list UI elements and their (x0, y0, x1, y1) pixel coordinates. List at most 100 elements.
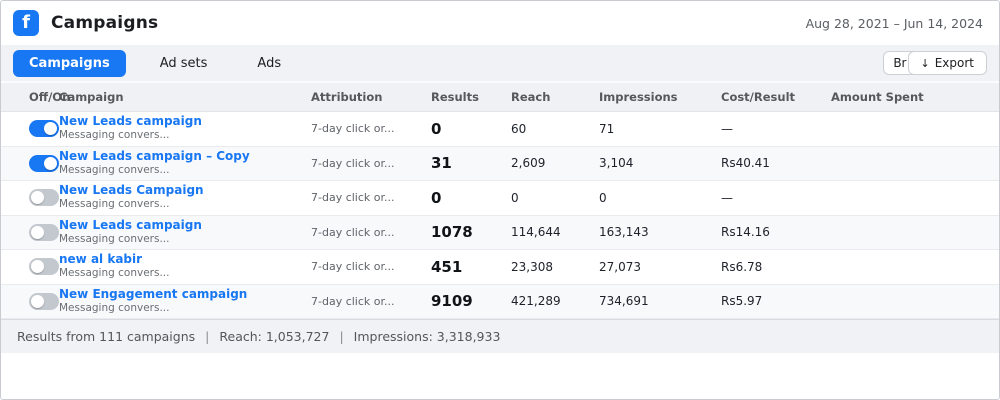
toggle-knob (31, 191, 44, 205)
campaign-toggle[interactable] (29, 292, 59, 310)
campaign-cell: New Leads campaign Messaging convers... (59, 114, 311, 143)
table-row: New Leads Campaign Messaging convers... … (1, 181, 999, 216)
toggle-cell (1, 154, 59, 172)
attribution-cell: 7-day click or... (311, 122, 395, 136)
reach-summary: Reach: 1,053,727 (219, 329, 330, 344)
results-cell: 31 (431, 154, 452, 173)
impressions-cell: 3,104 (599, 156, 634, 171)
table-row: New Leads campaign Messaging convers... … (1, 112, 999, 147)
campaign-toggle[interactable] (29, 154, 59, 172)
campaign-toggle[interactable] (29, 258, 59, 276)
column-header-off-on: Off/On (29, 90, 71, 104)
campaign-toggle[interactable] (29, 223, 59, 241)
attribution-cell: 7-day click or... (311, 191, 395, 205)
table-header: Off/On Campaign Attribution Results Reac… (1, 83, 999, 112)
impressions-summary: Impressions: 3,318,933 (353, 329, 501, 344)
results-cell: 0 (431, 119, 442, 138)
column-header-attribution[interactable]: Attribution (311, 90, 431, 104)
table-row: new al kabir Messaging convers... 7-day … (1, 250, 999, 285)
reach-cell: 60 (511, 121, 527, 136)
campaign-subtitle: Messaging convers... (59, 232, 170, 245)
campaign-cell: New Engagement campaign Messaging conver… (59, 287, 311, 316)
date-range[interactable]: Aug 28, 2021 – Jun 14, 2024 (806, 16, 983, 31)
toggle-knob (31, 294, 44, 308)
toggle-knob (31, 260, 44, 274)
table-row: New Leads campaign – Copy Messaging conv… (1, 146, 999, 181)
column-header-cost-result[interactable]: Cost/Result (721, 90, 831, 104)
cost-per-result-cell: — (721, 121, 733, 136)
campaign-cell: new al kabir Messaging convers... (59, 252, 311, 281)
results-cell: 1078 (431, 223, 473, 242)
campaign-subtitle: Messaging convers... (59, 198, 170, 211)
tab-actions: Br ↓ Export (883, 51, 987, 75)
campaign-toggle[interactable] (29, 120, 59, 138)
results-cell: 9109 (431, 292, 473, 311)
toggle-cell (1, 120, 59, 138)
impressions-cell: 163,143 (599, 225, 649, 240)
export-button-label: Export (934, 56, 974, 70)
impressions-cell: 71 (599, 121, 615, 136)
cost-per-result-cell: Rs5.97 (721, 294, 763, 309)
reach-cell: 0 (511, 190, 519, 205)
toggle-cell (1, 223, 59, 241)
campaign-name-link[interactable]: New Leads campaign (59, 114, 311, 129)
summary-separator: | (205, 329, 210, 344)
campaign-subtitle: Messaging convers... (59, 163, 170, 176)
reach-cell: 23,308 (511, 259, 553, 274)
campaign-name-link[interactable]: new al kabir (59, 252, 311, 267)
page-title: Campaigns (51, 13, 159, 33)
tab-bar: Campaigns Ad sets Ads Br ↓ Export (1, 45, 999, 81)
column-header-results[interactable]: Results (431, 90, 511, 104)
table-row: New Leads campaign Messaging convers... … (1, 215, 999, 250)
tab-ad-sets[interactable]: Ad sets (144, 50, 224, 77)
empty-area (1, 353, 999, 399)
tab-ads[interactable]: Ads (241, 50, 297, 77)
impressions-cell: 27,073 (599, 259, 641, 274)
attribution-cell: 7-day click or... (311, 294, 395, 308)
export-button[interactable]: ↓ Export (907, 51, 987, 75)
campaign-subtitle: Messaging convers... (59, 129, 170, 142)
results-cell: 0 (431, 188, 442, 207)
campaign-name-link[interactable]: New Leads campaign – Copy (59, 149, 311, 164)
cost-per-result-cell: Rs14.16 (721, 225, 770, 240)
toggle-cell (1, 292, 59, 310)
summary-footer: Results from 111 campaigns | Reach: 1,05… (1, 319, 999, 353)
tab-campaigns[interactable]: Campaigns (13, 49, 126, 77)
facebook-logo-icon: f (13, 10, 39, 36)
toggle-cell (1, 189, 59, 207)
reach-cell: 114,644 (511, 225, 561, 240)
attribution-cell: 7-day click or... (311, 225, 395, 239)
cost-per-result-cell: — (721, 190, 733, 205)
column-header-impressions[interactable]: Impressions (599, 90, 721, 104)
campaign-name-link[interactable]: New Engagement campaign (59, 287, 311, 302)
app-header: f Campaigns Aug 28, 2021 – Jun 14, 2024 (1, 1, 999, 45)
impressions-cell: 734,691 (599, 294, 649, 309)
campaign-subtitle: Messaging convers... (59, 301, 170, 314)
campaign-name-link[interactable]: New Leads campaign (59, 218, 311, 233)
attribution-cell: 7-day click or... (311, 260, 395, 274)
impressions-cell: 0 (599, 190, 607, 205)
toggle-knob (44, 156, 57, 170)
toggle-knob (31, 225, 44, 239)
table-body: New Leads campaign Messaging convers... … (1, 112, 999, 319)
cost-per-result-cell: Rs40.41 (721, 156, 770, 171)
column-header-amount-spent[interactable]: Amount Spent (831, 90, 999, 104)
table-row: New Engagement campaign Messaging conver… (1, 284, 999, 319)
reach-cell: 2,609 (511, 156, 546, 171)
campaign-subtitle: Messaging convers... (59, 267, 170, 280)
column-header-reach[interactable]: Reach (511, 90, 599, 104)
campaign-cell: New Leads campaign Messaging convers... (59, 218, 311, 247)
attribution-cell: 7-day click or... (311, 156, 395, 170)
campaign-cell: New Leads Campaign Messaging convers... (59, 183, 311, 212)
campaign-toggle[interactable] (29, 189, 59, 207)
results-cell: 451 (431, 257, 463, 276)
toggle-cell (1, 258, 59, 276)
campaign-cell: New Leads campaign – Copy Messaging conv… (59, 149, 311, 178)
campaign-count-summary: Results from 111 campaigns (17, 329, 196, 344)
toggle-knob (44, 122, 57, 136)
column-header-campaign[interactable]: Campaign (59, 90, 311, 104)
download-arrow-icon: ↓ (920, 57, 930, 70)
summary-separator: | (339, 329, 344, 344)
reach-cell: 421,289 (511, 294, 561, 309)
campaign-name-link[interactable]: New Leads Campaign (59, 183, 311, 198)
